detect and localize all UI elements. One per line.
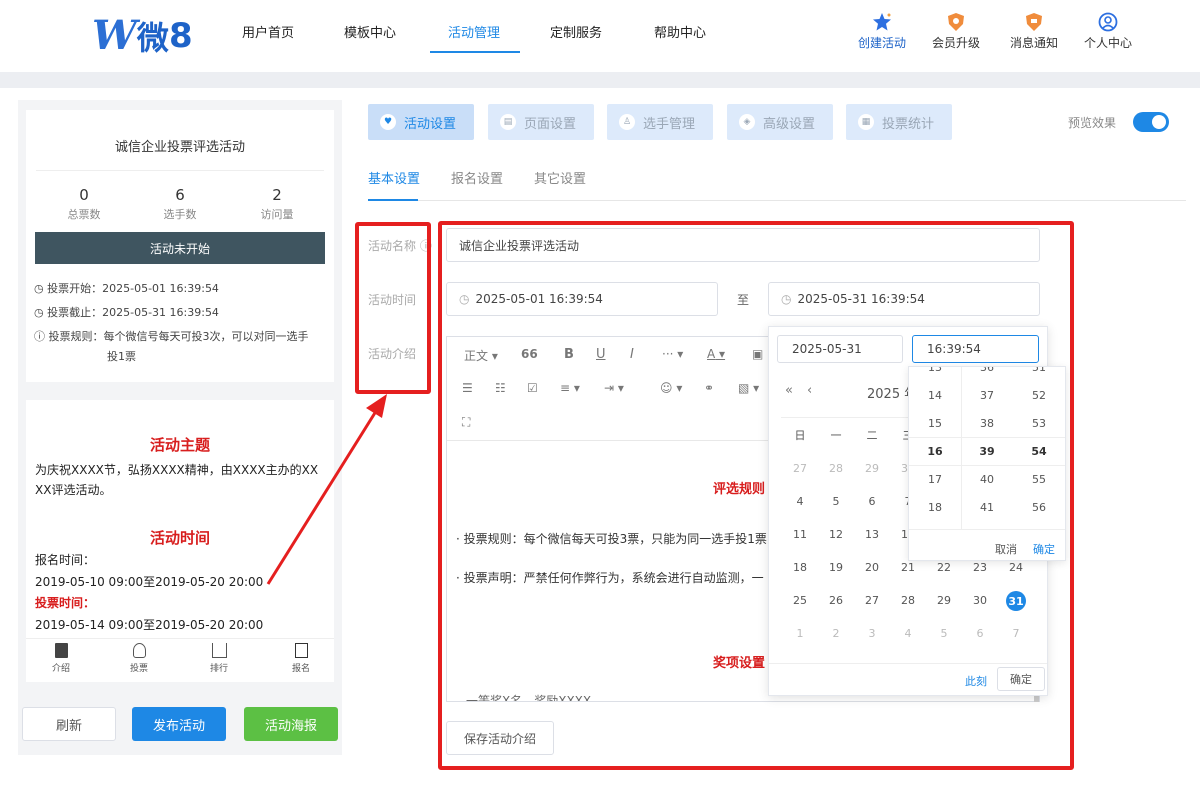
member-upgrade[interactable]: 会员升级 (926, 12, 986, 51)
nav-activity[interactable]: 活动管理 (448, 22, 500, 41)
clock-icon: ◷ (34, 306, 48, 319)
logo-w-mark: W (92, 12, 137, 59)
id-card-icon (294, 643, 308, 658)
header-divider (0, 72, 1200, 88)
vote-end-info: ◷ 投票截止：2025-05-31 16:39:54 (34, 306, 219, 319)
user-icon (1098, 12, 1118, 32)
subtab-active-underline (368, 199, 418, 201)
shield-icon (948, 13, 964, 31)
stat-contestants: 6 选手数 (163, 186, 197, 221)
subtab-basic[interactable]: 基本设置 (368, 168, 420, 187)
bell-shield-icon (1026, 13, 1042, 31)
stat-total-votes: 0 总票数 (67, 186, 101, 221)
nav-templates[interactable]: 模板中心 (344, 22, 396, 41)
logo[interactable]: W 微 8 (92, 12, 193, 59)
vote-start-info: ◷ 投票开始：2025-05-01 16:39:54 (34, 282, 219, 295)
annotation-box-labels (355, 222, 431, 394)
publish-button[interactable]: 发布活动 (132, 707, 226, 741)
tab-activity-settings[interactable]: ♥ 活动设置 (368, 104, 474, 140)
subtab-other[interactable]: 其它设置 (534, 168, 586, 187)
bottom-nav-rank[interactable]: 排行 (206, 643, 232, 674)
advanced-icon: ◈ (739, 114, 755, 130)
create-activity-label: 创建活动 (857, 36, 906, 50)
page-icon: ▤ (500, 114, 516, 130)
bottom-nav-signup[interactable]: 报名 (288, 643, 314, 674)
tab-page-settings[interactable]: ▤ 页面设置 (488, 104, 594, 140)
bottom-nav-vote[interactable]: 投票 (126, 643, 152, 674)
preview-toggle[interactable] (1133, 112, 1169, 132)
info-icon: ⓘ (34, 330, 49, 343)
preview-title: 诚信企业投票评选活动 (114, 140, 245, 155)
member-upgrade-label: 会员升级 (931, 36, 980, 50)
preview-toggle-label: 预览效果 (1068, 116, 1117, 130)
user-center-label: 个人中心 (1083, 36, 1132, 50)
bottom-nav-intro[interactable]: 介绍 (48, 643, 74, 674)
annotation-box-form (438, 221, 1074, 770)
preview-bottom-nav: 介绍 投票 排行 报名 (26, 638, 334, 682)
user-center[interactable]: 个人中心 (1078, 12, 1138, 51)
create-activity[interactable]: 创建活动 (852, 12, 912, 51)
tab-contestants[interactable]: ♙ 选手管理 (607, 104, 713, 140)
subtab-signup[interactable]: 报名设置 (451, 168, 503, 187)
refresh-button[interactable]: 刷新 (22, 707, 116, 741)
tab-advanced[interactable]: ◈ 高级设置 (727, 104, 833, 140)
vote-rule-info: ⓘ 投票规则：每个微信号每天可投3次，可以对同一选手 (34, 330, 309, 343)
nav-home[interactable]: 用户首页 (242, 22, 294, 41)
vote-rule-cont: 投1票 (107, 350, 136, 363)
heart-icon: ♥ (380, 114, 396, 130)
nav-help[interactable]: 帮助中心 (654, 22, 706, 41)
person-icon (132, 643, 146, 658)
tab-statistics[interactable]: ▦ 投票统计 (846, 104, 952, 140)
poster-button[interactable]: 活动海报 (244, 707, 338, 741)
stats-icon: ▦ (858, 114, 874, 130)
bar-chart-icon (211, 643, 227, 658)
logo-number: 8 (168, 15, 193, 56)
nav-active-underline (430, 51, 520, 53)
divider (36, 170, 324, 171)
clock-icon: ◷ (34, 282, 48, 295)
time-text: 报名时间： 2019-05-10 09:00至2019-05-20 20:00 … (35, 553, 264, 632)
status-badge: 活动未开始 (35, 232, 325, 264)
notifications[interactable]: 消息通知 (1004, 12, 1064, 51)
doc-icon (54, 643, 68, 658)
person-icon: ♙ (619, 114, 635, 130)
annotation-arrow-icon (266, 394, 387, 585)
stat-visits: 2 访问量 (260, 186, 294, 221)
star-icon (873, 13, 891, 31)
nav-custom[interactable]: 定制服务 (550, 22, 602, 41)
subtab-divider (368, 200, 1186, 201)
notifications-label: 消息通知 (1009, 36, 1058, 50)
logo-text: 微 (136, 18, 169, 57)
